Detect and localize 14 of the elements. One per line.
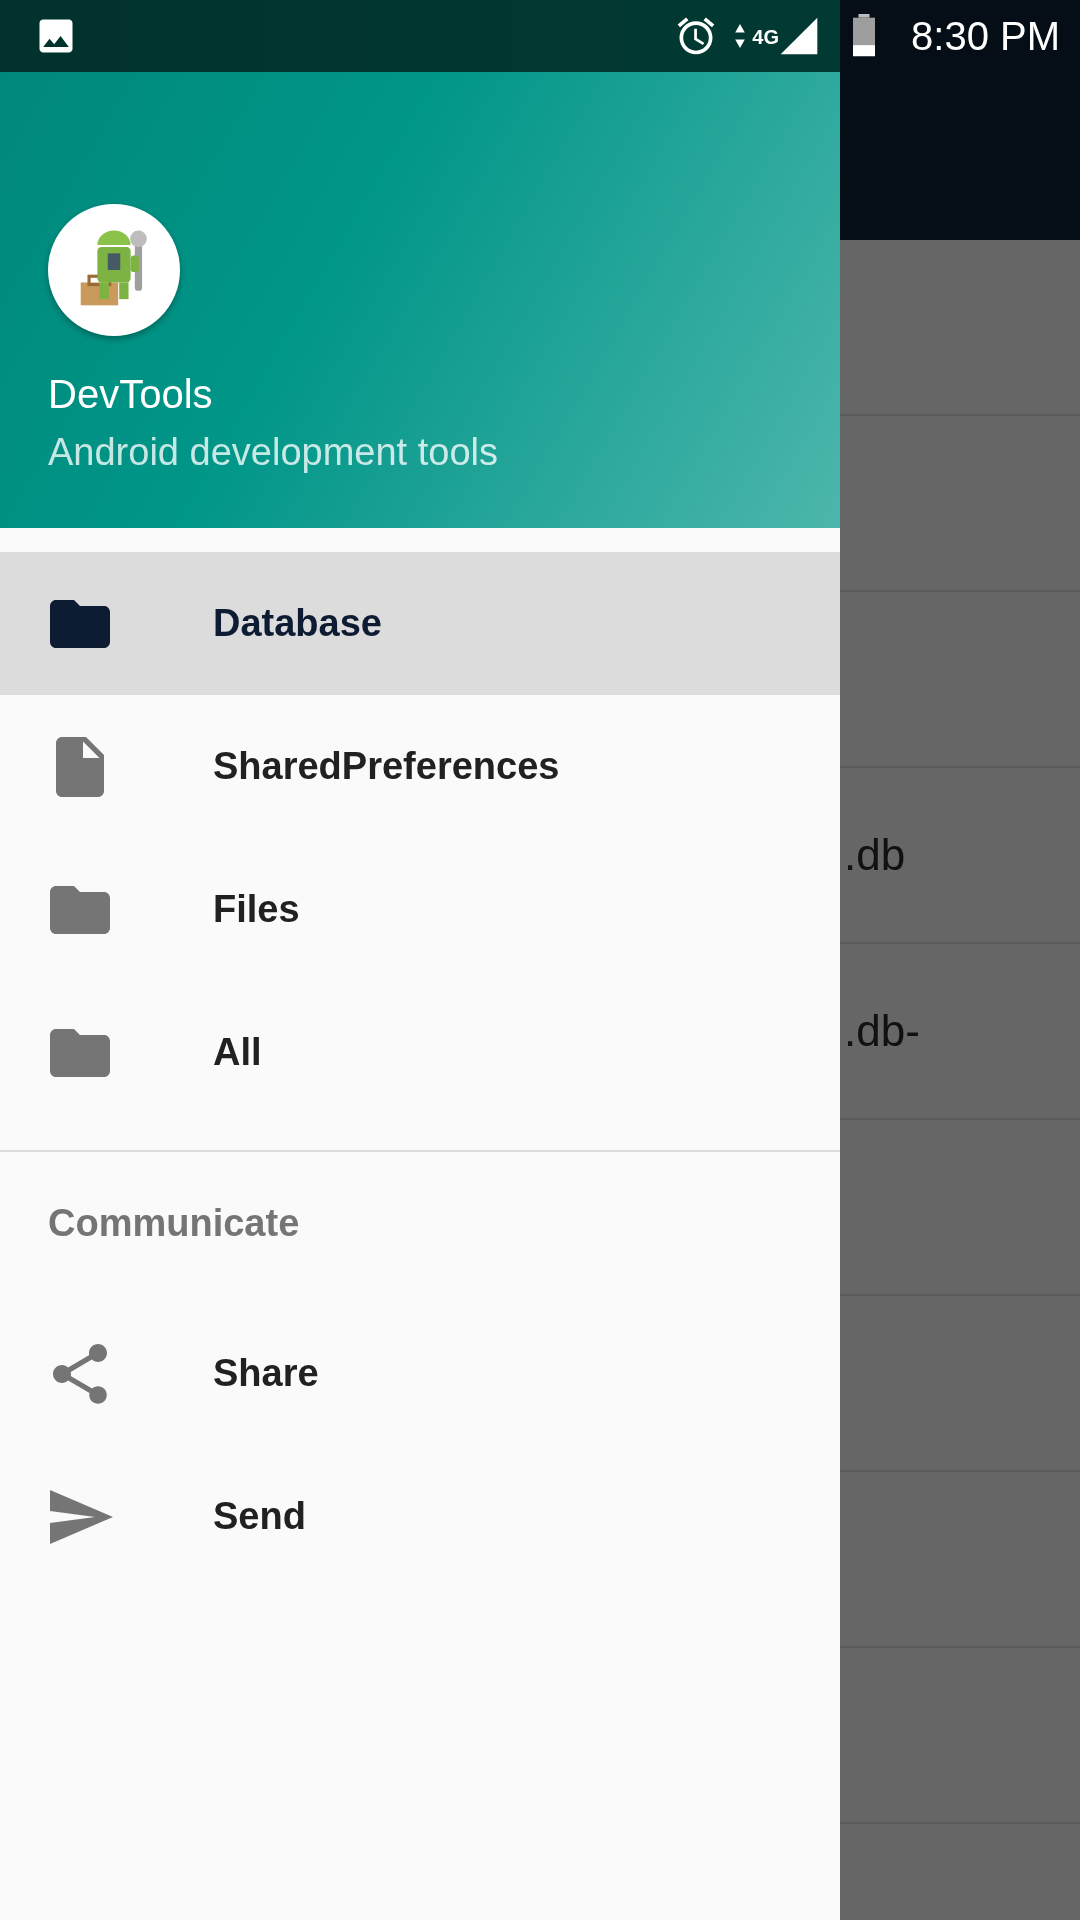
- menu-item[interactable]: All: [0, 981, 840, 1124]
- network-type: 4G: [752, 25, 780, 49]
- menu-item[interactable]: Send: [0, 1445, 840, 1588]
- menu-item[interactable]: Share: [0, 1302, 840, 1445]
- battery-icon: [851, 14, 878, 58]
- menu-item[interactable]: Database: [0, 552, 840, 695]
- section-title: Communicate: [47, 1201, 301, 1246]
- app-description: Android development tools: [48, 431, 498, 474]
- menu-item[interactable]: SharedPreferences: [0, 695, 840, 838]
- clock-time: 8:30 PM: [911, 13, 1060, 59]
- menu-item[interactable]: Files: [0, 838, 840, 981]
- list-item-text: .db-: [844, 1006, 920, 1056]
- list-item-text: .db: [844, 830, 906, 880]
- app-name: DevTools: [48, 372, 213, 417]
